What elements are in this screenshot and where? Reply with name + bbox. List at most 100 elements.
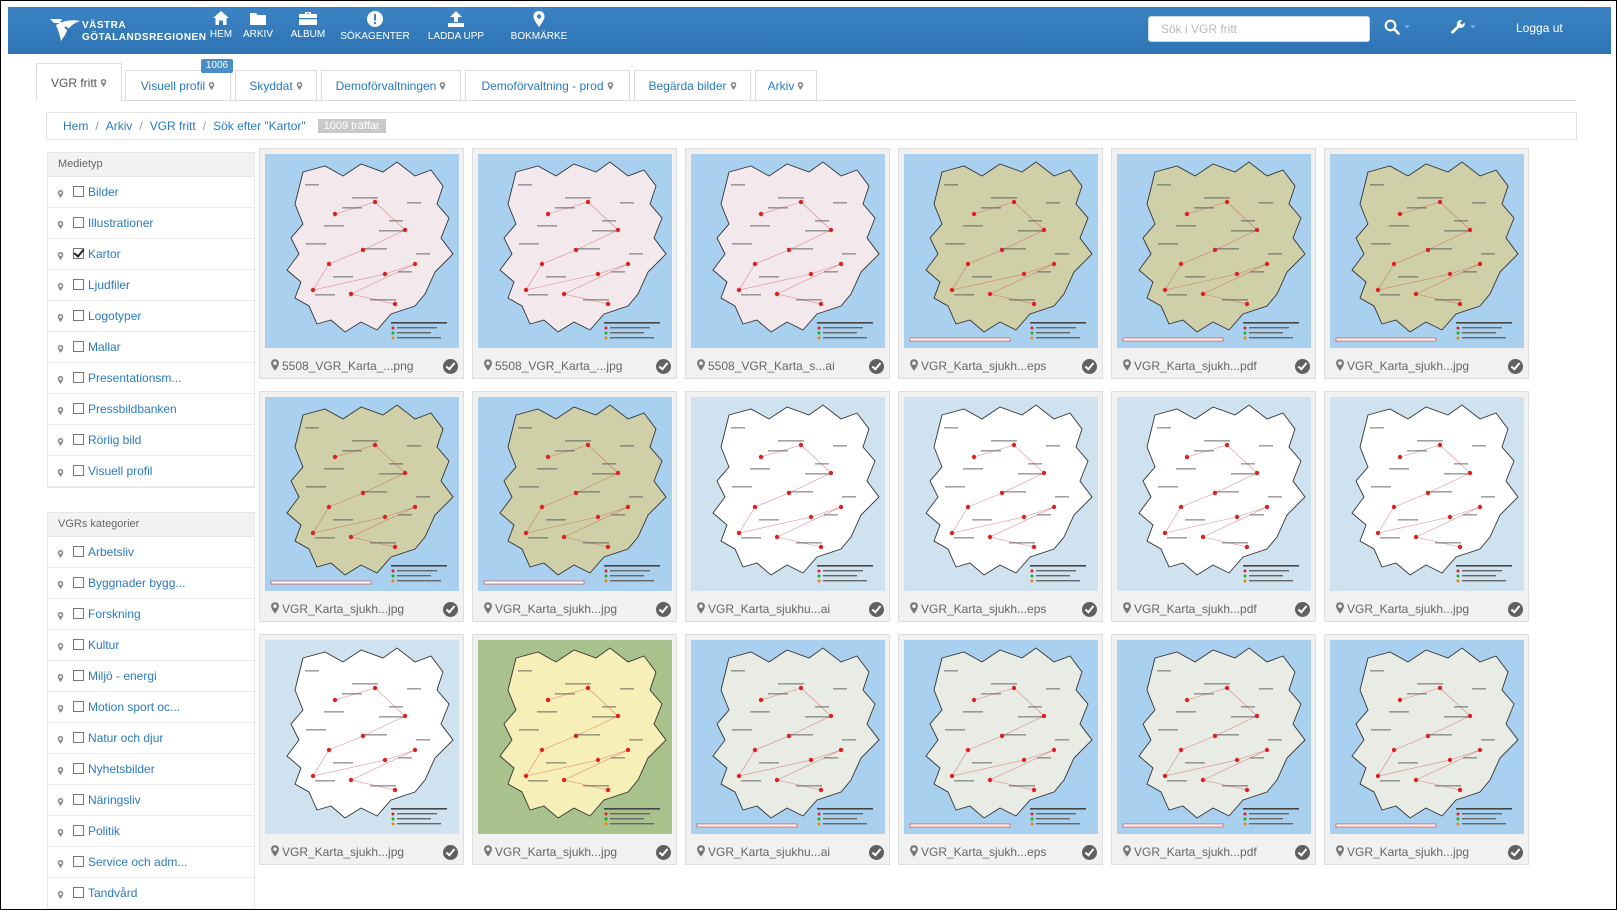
nav-search-agents[interactable]: SÖKAGENTER: [340, 10, 410, 52]
select-check-icon[interactable]: [869, 359, 884, 374]
nav-home[interactable]: HEM: [206, 10, 236, 52]
tab-visuell-profil[interactable]: Visuell profil: [125, 70, 231, 100]
facet-checkbox[interactable]: [73, 794, 84, 805]
facet-option[interactable]: Forskning: [48, 599, 254, 630]
map-thumbnail[interactable]: [265, 154, 459, 348]
facet-checkbox[interactable]: [73, 248, 84, 259]
facet-checkbox[interactable]: [73, 608, 84, 619]
nav-archive[interactable]: ARKIV: [241, 10, 275, 52]
select-check-icon[interactable]: [443, 359, 458, 374]
facet-checkbox[interactable]: [73, 577, 84, 588]
result-card[interactable]: VGR_Karta_sjukh...eps: [898, 634, 1103, 865]
logout-link[interactable]: Logga ut: [1516, 21, 1563, 35]
tab-vgr-fritt[interactable]: VGR fritt: [36, 63, 122, 101]
select-check-icon[interactable]: [869, 845, 884, 860]
map-thumbnail[interactable]: [1330, 397, 1524, 591]
facet-option[interactable]: Logotyper: [48, 301, 254, 332]
facet-checkbox[interactable]: [73, 217, 84, 228]
facet-option[interactable]: Illustrationer: [48, 208, 254, 239]
facet-checkbox[interactable]: [73, 887, 84, 898]
facet-option[interactable]: Pressbildbanken: [48, 394, 254, 425]
map-thumbnail[interactable]: [691, 397, 885, 591]
result-card[interactable]: 5508_VGR_Karta_...png: [259, 148, 464, 379]
select-check-icon[interactable]: [1295, 845, 1310, 860]
select-check-icon[interactable]: [1082, 602, 1097, 617]
breadcrumb-vgr-fritt[interactable]: VGR fritt: [150, 119, 196, 133]
select-check-icon[interactable]: [443, 845, 458, 860]
map-thumbnail[interactable]: [1117, 397, 1311, 591]
facet-checkbox[interactable]: [73, 186, 84, 197]
facet-checkbox[interactable]: [73, 546, 84, 557]
nav-album[interactable]: ALBUM: [288, 10, 328, 52]
result-card[interactable]: VGR_Karta_sjukh...pdf: [1111, 391, 1316, 622]
select-check-icon[interactable]: [1082, 359, 1097, 374]
facet-option[interactable]: Arbetsliv: [48, 537, 254, 568]
facet-option[interactable]: Tandvård: [48, 878, 254, 909]
nav-bookmark[interactable]: BOKMÄRKE: [508, 10, 570, 52]
result-card[interactable]: VGR_Karta_sjukhu...ai: [685, 391, 890, 622]
result-card[interactable]: VGR_Karta_sjukh...eps: [898, 148, 1103, 379]
facet-option[interactable]: Miljö - energi: [48, 661, 254, 692]
tab-arkiv[interactable]: Arkiv: [755, 70, 817, 100]
facet-option[interactable]: Nyhetsbilder: [48, 754, 254, 785]
result-card[interactable]: VGR_Karta_sjukh...jpg: [1324, 148, 1529, 379]
facet-option[interactable]: Mallar: [48, 332, 254, 363]
facet-checkbox[interactable]: [73, 372, 84, 383]
map-thumbnail[interactable]: [904, 397, 1098, 591]
result-card[interactable]: 5508_VGR_Karta_s...ai: [685, 148, 890, 379]
result-card[interactable]: VGR_Karta_sjukhu...ai: [685, 634, 890, 865]
facet-checkbox[interactable]: [73, 403, 84, 414]
tab-demoforvaltningen[interactable]: Demoförvaltningen: [321, 70, 461, 100]
map-thumbnail[interactable]: [478, 154, 672, 348]
facet-checkbox[interactable]: [73, 341, 84, 352]
map-thumbnail[interactable]: [265, 397, 459, 591]
facet-checkbox[interactable]: [73, 279, 84, 290]
select-check-icon[interactable]: [1295, 602, 1310, 617]
facet-option[interactable]: Kultur: [48, 630, 254, 661]
result-card[interactable]: 5508_VGR_Karta_...jpg: [472, 148, 677, 379]
search-input[interactable]: [1148, 16, 1370, 42]
search-button[interactable]: [1384, 18, 1410, 36]
tab-skyddat[interactable]: Skyddat: [235, 70, 317, 100]
facet-option[interactable]: Bilder: [48, 177, 254, 208]
select-check-icon[interactable]: [1508, 602, 1523, 617]
facet-option[interactable]: Service och adm...: [48, 847, 254, 878]
facet-checkbox[interactable]: [73, 310, 84, 321]
result-card[interactable]: VGR_Karta_sjukh...pdf: [1111, 634, 1316, 865]
map-thumbnail[interactable]: [265, 640, 459, 834]
facet-checkbox[interactable]: [73, 825, 84, 836]
facet-option[interactable]: Näringsliv: [48, 785, 254, 816]
facet-option[interactable]: Motion sport oc...: [48, 692, 254, 723]
result-card[interactable]: VGR_Karta_sjukh...jpg: [1324, 634, 1529, 865]
facet-option[interactable]: Byggnader bygg...: [48, 568, 254, 599]
facet-checkbox[interactable]: [73, 732, 84, 743]
breadcrumb-arkiv[interactable]: Arkiv: [106, 119, 133, 133]
tools-menu-button[interactable]: [1450, 18, 1476, 36]
result-card[interactable]: VGR_Karta_sjukh...pdf: [1111, 148, 1316, 379]
facet-checkbox[interactable]: [73, 701, 84, 712]
map-thumbnail[interactable]: [1117, 154, 1311, 348]
map-thumbnail[interactable]: [691, 154, 885, 348]
map-thumbnail[interactable]: [478, 397, 672, 591]
select-check-icon[interactable]: [1082, 845, 1097, 860]
select-check-icon[interactable]: [1508, 845, 1523, 860]
select-check-icon[interactable]: [1295, 359, 1310, 374]
result-card[interactable]: VGR_Karta_sjukh...jpg: [1324, 391, 1529, 622]
result-card[interactable]: VGR_Karta_sjukh...jpg: [472, 391, 677, 622]
facet-checkbox[interactable]: [73, 670, 84, 681]
map-thumbnail[interactable]: [904, 154, 1098, 348]
facet-checkbox[interactable]: [73, 763, 84, 774]
map-thumbnail[interactable]: [691, 640, 885, 834]
select-check-icon[interactable]: [869, 602, 884, 617]
facet-checkbox[interactable]: [73, 465, 84, 476]
select-check-icon[interactable]: [443, 602, 458, 617]
map-thumbnail[interactable]: [1117, 640, 1311, 834]
facet-option[interactable]: Visuell profil: [48, 456, 254, 487]
facet-option[interactable]: Natur och djur: [48, 723, 254, 754]
result-card[interactable]: VGR_Karta_sjukh...jpg: [472, 634, 677, 865]
facet-option[interactable]: Ljudfiler: [48, 270, 254, 301]
map-thumbnail[interactable]: [478, 640, 672, 834]
logo[interactable]: VÄSTRA GÖTALANDSREGIONEN: [48, 15, 206, 47]
select-check-icon[interactable]: [1508, 359, 1523, 374]
facet-option[interactable]: Kartor: [48, 239, 254, 270]
